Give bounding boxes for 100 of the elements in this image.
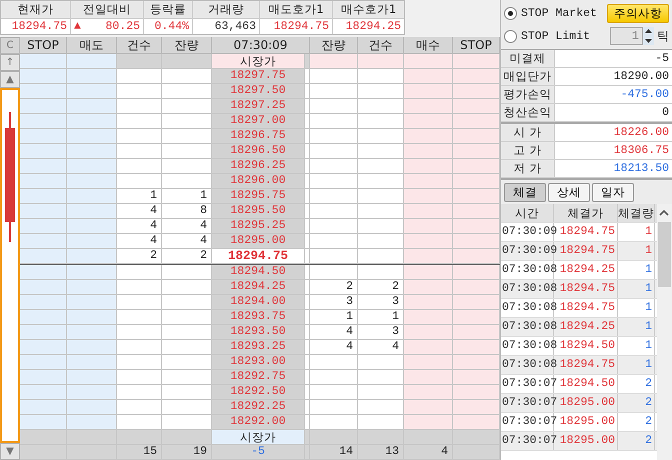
table-cell[interactable]: [67, 234, 117, 249]
radio-option[interactable]: STOP Market: [504, 7, 597, 20]
scrollbar[interactable]: [657, 204, 672, 460]
table-cell[interactable]: [453, 355, 500, 370]
table-cell[interactable]: [20, 234, 67, 249]
table-cell[interactable]: [20, 189, 67, 204]
table-cell[interactable]: [453, 99, 500, 114]
table-cell[interactable]: [453, 415, 500, 430]
table-cell[interactable]: [67, 415, 117, 430]
table-cell[interactable]: [20, 69, 67, 84]
table-cell[interactable]: [453, 295, 500, 310]
table-cell[interactable]: [20, 280, 67, 295]
table-cell[interactable]: [20, 370, 67, 385]
table-cell[interactable]: [453, 219, 500, 234]
table-cell[interactable]: [20, 265, 67, 280]
table-cell[interactable]: [67, 54, 117, 69]
table-cell[interactable]: [453, 280, 500, 295]
table-cell[interactable]: [20, 340, 67, 355]
table-cell[interactable]: [20, 159, 67, 174]
table-cell[interactable]: [20, 114, 67, 129]
table-cell[interactable]: [404, 370, 453, 385]
table-cell[interactable]: [404, 114, 453, 129]
table-cell[interactable]: [453, 204, 500, 219]
table-cell[interactable]: [404, 249, 453, 264]
table-cell[interactable]: [453, 129, 500, 144]
table-cell[interactable]: [20, 99, 67, 114]
spin-up-icon[interactable]: [643, 27, 654, 36]
table-cell[interactable]: [20, 355, 67, 370]
table-cell[interactable]: [404, 84, 453, 99]
table-cell[interactable]: [453, 174, 500, 189]
scroll-down-button[interactable]: ▼: [0, 443, 20, 460]
table-cell[interactable]: [67, 295, 117, 310]
table-cell[interactable]: [404, 265, 453, 280]
table-cell[interactable]: [404, 159, 453, 174]
table-cell[interactable]: [20, 204, 67, 219]
radio-button[interactable]: [504, 30, 517, 42]
table-cell[interactable]: [404, 355, 453, 370]
table-cell[interactable]: [453, 310, 500, 325]
table-cell[interactable]: [67, 385, 117, 400]
table-cell[interactable]: [453, 265, 500, 280]
table-cell[interactable]: [453, 54, 500, 69]
table-cell[interactable]: [404, 415, 453, 430]
table-cell[interactable]: [453, 249, 500, 264]
table-cell[interactable]: [453, 325, 500, 340]
table-cell[interactable]: [404, 174, 453, 189]
table-cell[interactable]: [453, 144, 500, 159]
table-cell[interactable]: [20, 84, 67, 99]
table-cell[interactable]: [453, 400, 500, 415]
scrollbar-thumb[interactable]: [658, 222, 671, 287]
table-cell[interactable]: [67, 114, 117, 129]
table-cell[interactable]: [67, 219, 117, 234]
table-cell[interactable]: [453, 159, 500, 174]
table-cell[interactable]: [404, 129, 453, 144]
table-cell[interactable]: [404, 219, 453, 234]
table-cell[interactable]: [67, 249, 117, 264]
table-cell[interactable]: [20, 310, 67, 325]
tab[interactable]: 체결: [504, 183, 546, 202]
table-cell[interactable]: [67, 265, 117, 280]
table-cell[interactable]: [20, 129, 67, 144]
table-cell[interactable]: [67, 204, 117, 219]
table-cell[interactable]: [20, 174, 67, 189]
table-cell[interactable]: [453, 84, 500, 99]
table-cell[interactable]: [67, 355, 117, 370]
table-cell[interactable]: [404, 204, 453, 219]
table-cell[interactable]: [404, 310, 453, 325]
table-cell[interactable]: [67, 370, 117, 385]
table-cell[interactable]: [67, 69, 117, 84]
table-cell[interactable]: [404, 189, 453, 204]
table-cell[interactable]: [404, 325, 453, 340]
table-cell[interactable]: [404, 340, 453, 355]
table-cell[interactable]: [67, 400, 117, 415]
market-order-cell[interactable]: 시장가: [212, 430, 305, 445]
table-cell[interactable]: [67, 325, 117, 340]
table-cell[interactable]: [20, 325, 67, 340]
table-cell[interactable]: [67, 280, 117, 295]
table-cell[interactable]: [20, 415, 67, 430]
scroll-top-button[interactable]: ↑: [0, 54, 20, 71]
table-cell[interactable]: [453, 114, 500, 129]
scroll-up-button[interactable]: ▲: [0, 71, 20, 88]
table-cell[interactable]: [404, 144, 453, 159]
tab[interactable]: 일자: [592, 183, 634, 202]
table-cell[interactable]: [404, 400, 453, 415]
table-cell[interactable]: [453, 340, 500, 355]
table-cell[interactable]: [67, 189, 117, 204]
table-cell[interactable]: [20, 249, 67, 264]
table-cell[interactable]: [67, 129, 117, 144]
table-cell[interactable]: [67, 310, 117, 325]
table-cell[interactable]: [404, 280, 453, 295]
table-cell[interactable]: [404, 385, 453, 400]
spin-down-icon[interactable]: [643, 36, 654, 45]
market-order-cell[interactable]: 시장가: [212, 54, 305, 69]
table-cell[interactable]: [453, 234, 500, 249]
table-cell[interactable]: [453, 189, 500, 204]
table-cell[interactable]: [67, 174, 117, 189]
radio-option[interactable]: STOP Limit: [504, 30, 590, 42]
table-cell[interactable]: [20, 144, 67, 159]
table-cell[interactable]: [20, 219, 67, 234]
tab[interactable]: 상세: [548, 183, 590, 202]
table-cell[interactable]: [67, 84, 117, 99]
table-cell[interactable]: [67, 144, 117, 159]
